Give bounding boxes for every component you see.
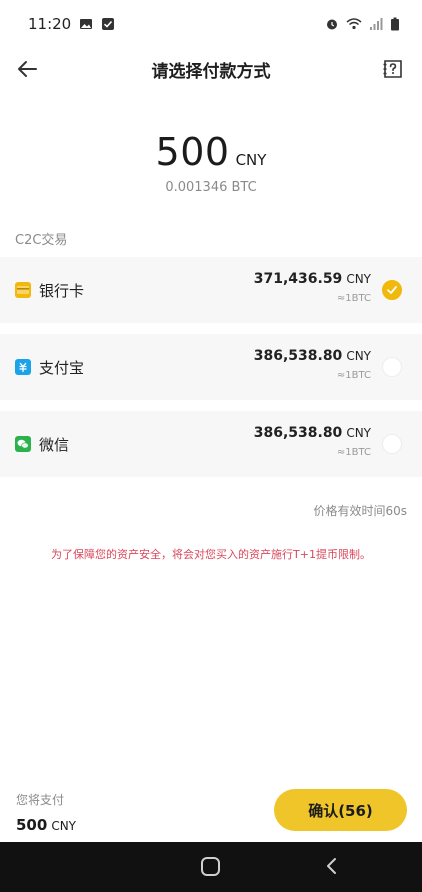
selected-radio[interactable] [382, 280, 402, 300]
payment-price: 371,436.59 [253, 271, 343, 287]
home-button[interactable] [201, 857, 220, 876]
security-notice: 为了保障您的资产安全，将会对您买入的资产施行T+1提币限制。 [51, 548, 371, 561]
payment-price: 386,538.80 [253, 425, 343, 441]
payment-name: 银行卡 [39, 281, 85, 300]
payment-method-screen: 11:20 请选择付款方式 500 CNY 0.001346 BTC C2C交易… [0, 0, 422, 892]
amount-summary: 500 CNY 0.001346 BTC [0, 130, 422, 195]
alipay-icon [15, 359, 31, 375]
battery-icon [391, 17, 399, 31]
alarm-icon [327, 19, 337, 30]
payment-option-wechat[interactable]: 微信 386,538.80 CNY ≈1BTC [0, 411, 422, 477]
payment-name: 微信 [39, 435, 70, 454]
pay-amount: 500 [16, 816, 48, 834]
payment-unit: CNY [346, 272, 371, 286]
payment-unit: CNY [346, 426, 371, 440]
arrow-left-icon [18, 61, 37, 77]
price-validity: 价格有效时间60s [313, 504, 407, 518]
nav-back-icon[interactable] [321, 855, 343, 877]
unselected-radio[interactable] [382, 434, 402, 454]
check-icon [387, 286, 397, 294]
page-title: 请选择付款方式 [151, 61, 271, 82]
image-icon [80, 19, 93, 29]
pay-unit: CNY [51, 819, 76, 833]
back-button[interactable] [12, 54, 42, 84]
payment-method-list: 银行卡 371,436.59 CNY ≈1BTC 支付宝 386,538.80 CN… [0, 257, 422, 488]
check-box-icon [102, 18, 115, 30]
unselected-radio[interactable] [382, 357, 402, 377]
help-button[interactable] [378, 54, 408, 84]
payment-btc: ≈1BTC [336, 293, 371, 304]
payment-option-alipay[interactable]: 支付宝 386,538.80 CNY ≈1BTC [0, 334, 422, 400]
bank-card-icon [15, 282, 31, 298]
status-time: 11:20 [28, 15, 72, 33]
payment-price: 386,538.80 [253, 348, 343, 364]
payment-total: 您将支付 500 CNY [16, 791, 76, 834]
payment-btc: ≈1BTC [336, 370, 371, 381]
wechat-icon [15, 436, 31, 452]
help-icon [383, 60, 402, 78]
amount-unit: CNY [235, 151, 267, 169]
signal-icon [370, 18, 383, 30]
section-label: C2C交易 [15, 233, 68, 248]
status-bar: 11:20 [0, 0, 422, 48]
amount-btc: 0.001346 BTC [165, 180, 257, 195]
payment-btc: ≈1BTC [336, 447, 371, 458]
payment-name: 支付宝 [39, 358, 85, 377]
amount-value: 500 [155, 130, 230, 174]
header: 请选择付款方式 [0, 48, 422, 90]
confirm-button[interactable]: 确认(56) [274, 789, 407, 831]
pay-label: 您将支付 [16, 793, 65, 807]
payment-unit: CNY [346, 349, 371, 363]
wifi-icon [346, 18, 362, 30]
system-nav-bar [0, 842, 422, 892]
payment-option-bank-card[interactable]: 银行卡 371,436.59 CNY ≈1BTC [0, 257, 422, 323]
